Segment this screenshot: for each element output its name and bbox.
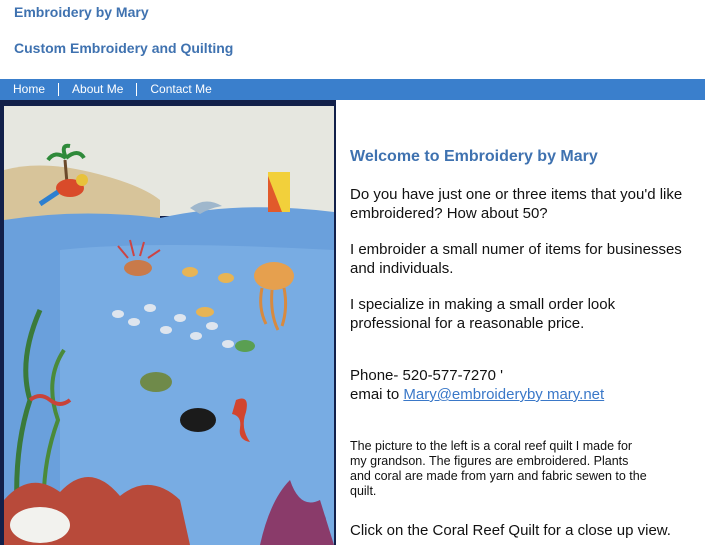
site-title: Embroidery by Mary [14, 4, 149, 20]
services-paragraph: I embroider a small numer of items for b… [350, 241, 682, 277]
nav-contact-link[interactable]: Contact Me [137, 79, 224, 100]
email-line: emai to Mary@embroideryby mary.net [350, 385, 700, 404]
email-link[interactable]: Mary@embroideryby mary.net [403, 386, 604, 403]
closeup-instruction: Click on the Coral Reef Quilt for a clos… [350, 522, 671, 539]
welcome-heading: Welcome to Embroidery by Mary [350, 148, 598, 165]
coral-reef-quilt-image[interactable] [0, 100, 336, 545]
quilt-description: The picture to the left is a coral reef … [350, 439, 647, 498]
quilt-illustration [0, 100, 336, 545]
contact-info: Phone- 520-577-7270 ' emai to Mary@embro… [350, 366, 700, 404]
phone-number: Phone- 520-577-7270 ' [350, 367, 503, 384]
intro-paragraph: Do you have just one or three items that… [350, 186, 683, 222]
main-nav: Home About Me Contact Me [0, 79, 705, 100]
site-tagline: Custom Embroidery and Quilting [14, 40, 234, 56]
specialty-paragraph: I specialize in making a small order loo… [350, 296, 616, 332]
email-prefix: emai to [350, 386, 404, 403]
nav-home-link[interactable]: Home [0, 79, 58, 100]
site-header: Embroidery by Mary Custom Embroidery and… [0, 0, 727, 79]
nav-about-link[interactable]: About Me [59, 79, 136, 100]
